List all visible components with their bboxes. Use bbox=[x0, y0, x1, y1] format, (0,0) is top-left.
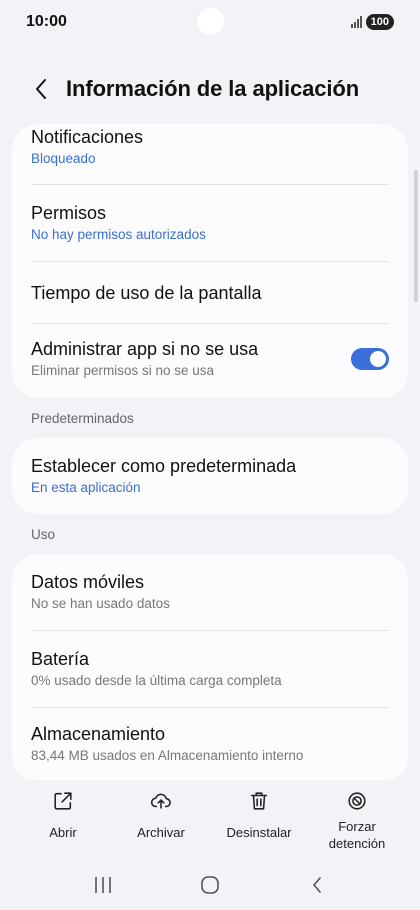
archive-button[interactable]: Archivar bbox=[116, 790, 206, 860]
archive-label: Archivar bbox=[137, 825, 185, 840]
notifications-title: Notificaciones bbox=[31, 127, 144, 147]
camera-cutout bbox=[197, 8, 224, 35]
permissions-title: Permisos bbox=[31, 203, 107, 223]
system-nav-bar bbox=[0, 862, 420, 908]
manage-unused-subtitle: Eliminar permisos si no se usa bbox=[31, 363, 215, 378]
permissions-row[interactable]: Permisos No hay permisos autorizados bbox=[12, 185, 408, 261]
cloud-upload-icon bbox=[150, 793, 171, 809]
chevron-left-icon bbox=[36, 79, 46, 99]
open-label: Abrir bbox=[49, 825, 77, 840]
status-time: 10:00 bbox=[26, 13, 67, 30]
screen-time-title: Tiempo de uso de la pantalla bbox=[31, 282, 262, 303]
storage-subtitle: 83,44 MB usados en Almacenamiento intern… bbox=[31, 748, 304, 763]
set-default-row[interactable]: Establecer como predeterminada En esta a… bbox=[12, 438, 408, 514]
usage-card: Datos móviles No se han usado datos Bate… bbox=[12, 554, 408, 780]
set-default-title: Establecer como predeterminada bbox=[31, 456, 297, 476]
scrollbar[interactable] bbox=[414, 170, 418, 302]
manage-unused-title: Administrar app si no se usa bbox=[31, 339, 259, 359]
storage-row[interactable]: Almacenamiento 83,44 MB usados en Almace… bbox=[12, 708, 408, 780]
section-usage-label: Uso bbox=[31, 526, 56, 542]
storage-title: Almacenamiento bbox=[31, 724, 166, 744]
open-button[interactable]: Abrir bbox=[18, 790, 108, 860]
back-button[interactable] bbox=[28, 76, 54, 102]
battery-icon: 100 bbox=[365, 14, 394, 30]
trash-icon bbox=[250, 792, 268, 810]
home-button[interactable] bbox=[190, 870, 230, 900]
status-icons: 100 bbox=[350, 14, 394, 30]
set-default-status: En esta aplicación bbox=[31, 480, 141, 495]
permissions-status: No hay permisos autorizados bbox=[31, 227, 206, 242]
signal-icon bbox=[350, 16, 362, 28]
notifications-status: Bloqueado bbox=[31, 151, 96, 166]
settings-list: Notificaciones Bloqueado Permisos No hay… bbox=[12, 124, 408, 780]
force-stop-button[interactable]: Forzar detención bbox=[312, 790, 402, 860]
notifications-row[interactable]: Notificaciones Bloqueado bbox=[12, 124, 408, 184]
recent-apps-button[interactable] bbox=[83, 870, 123, 900]
app-header: Información de la aplicación bbox=[0, 66, 420, 112]
manage-unused-row[interactable]: Administrar app si no se usa Eliminar pe… bbox=[12, 324, 408, 398]
section-defaults-label: Predeterminados bbox=[31, 410, 134, 426]
app-settings-card: Notificaciones Bloqueado Permisos No hay… bbox=[12, 124, 408, 398]
defaults-card: Establecer como predeterminada En esta a… bbox=[12, 438, 408, 514]
system-back-button[interactable] bbox=[297, 870, 337, 900]
battery-row[interactable]: Batería 0% usado desde la última carga c… bbox=[12, 631, 408, 707]
chevron-left-icon bbox=[312, 877, 321, 893]
block-icon bbox=[348, 792, 366, 810]
battery-title: Batería bbox=[31, 649, 90, 669]
uninstall-button[interactable]: Desinstalar bbox=[214, 790, 304, 860]
uninstall-label: Desinstalar bbox=[226, 825, 292, 840]
page-title: Información de la aplicación bbox=[66, 76, 360, 101]
home-icon bbox=[201, 876, 219, 894]
screen-time-row[interactable]: Tiempo de uso de la pantalla bbox=[12, 262, 408, 323]
recent-apps-icon bbox=[95, 877, 112, 893]
mobile-data-title: Datos móviles bbox=[31, 572, 145, 592]
battery-subtitle: 0% usado desde la última carga completa bbox=[31, 673, 282, 688]
bottom-action-bar: Abrir Archivar Desinstalar Forzar detenc… bbox=[0, 790, 420, 860]
manage-unused-toggle[interactable] bbox=[351, 348, 389, 370]
open-external-icon bbox=[54, 792, 72, 810]
mobile-data-subtitle: No se han usado datos bbox=[31, 596, 170, 611]
force-stop-label: Forzar detención bbox=[328, 819, 386, 851]
mobile-data-row[interactable]: Datos móviles No se han usado datos bbox=[12, 554, 408, 630]
